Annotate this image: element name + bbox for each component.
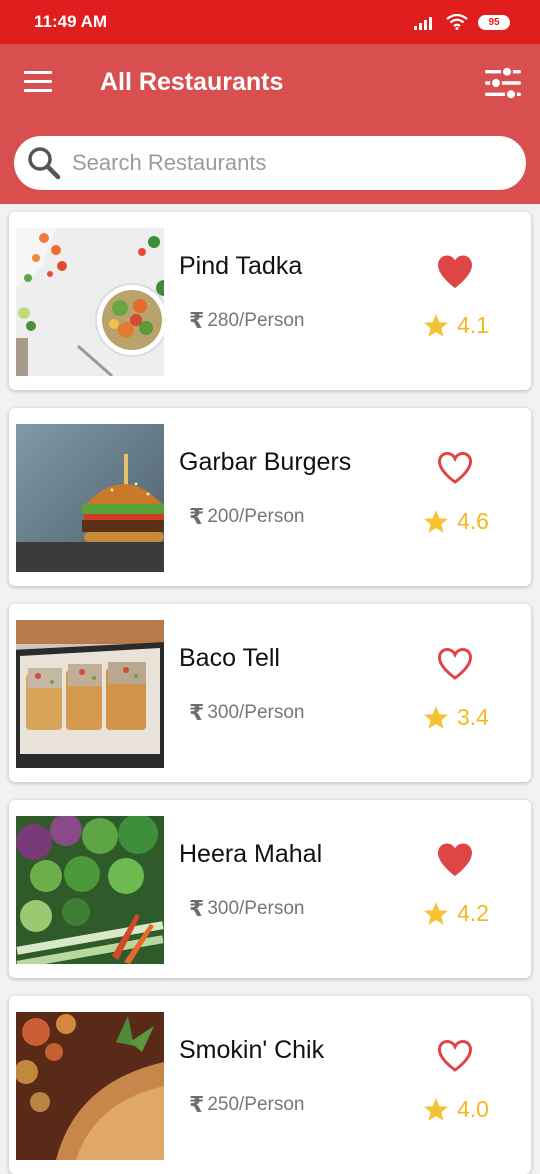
- rating: 4.2: [423, 900, 489, 927]
- restaurant-price: ₹ 280/Person: [189, 308, 305, 334]
- favorite-heart-outline-icon[interactable]: [436, 1038, 474, 1074]
- page-title: All Restaurants: [100, 68, 284, 96]
- restaurant-card[interactable]: Heera Mahal ₹ 300/Person 4.2: [9, 800, 531, 978]
- rupee-icon: ₹: [189, 700, 205, 725]
- star-icon: [424, 314, 448, 337]
- filter-icon[interactable]: [484, 64, 522, 102]
- rating-value: 4.1: [457, 312, 489, 338]
- rating: 4.0: [423, 1096, 489, 1123]
- search-bar[interactable]: [14, 136, 526, 190]
- menu-icon[interactable]: [24, 71, 52, 93]
- status-time: 11:49 AM: [34, 12, 108, 31]
- price-text: 300/Person: [207, 898, 305, 919]
- rating-value: 4.2: [457, 900, 489, 926]
- rupee-icon: ₹: [189, 504, 205, 529]
- restaurant-image: [16, 228, 164, 376]
- rupee-icon: ₹: [189, 308, 205, 333]
- restaurant-price: ₹ 250/Person: [189, 1092, 305, 1118]
- favorite-heart-outline-icon[interactable]: [436, 450, 474, 486]
- restaurant-name: Smokin' Chik: [179, 1036, 325, 1064]
- restaurant-image: [16, 424, 164, 572]
- star-icon: [424, 706, 448, 729]
- restaurant-price: ₹ 200/Person: [189, 504, 305, 530]
- restaurant-card[interactable]: Garbar Burgers ₹ 200/Person 4.6: [9, 408, 531, 586]
- rupee-icon: ₹: [189, 1092, 205, 1117]
- search-area: [0, 122, 540, 204]
- rating: 4.6: [423, 508, 489, 535]
- rating-value: 3.4: [457, 704, 489, 730]
- star-icon: [424, 902, 448, 925]
- restaurant-card[interactable]: Smokin' Chik ₹ 250/Person 4.0: [9, 996, 531, 1174]
- battery-level: 95: [488, 16, 500, 28]
- price-text: 200/Person: [207, 506, 305, 527]
- wifi-icon: [446, 14, 468, 30]
- restaurant-name: Baco Tell: [179, 644, 280, 672]
- price-text: 280/Person: [207, 310, 305, 331]
- rating-value: 4.0: [457, 1096, 489, 1122]
- rating: 4.1: [423, 312, 489, 339]
- status-icons: 95: [414, 14, 510, 30]
- star-icon: [424, 510, 448, 533]
- rating-value: 4.6: [457, 508, 489, 534]
- rupee-icon: ₹: [189, 896, 205, 921]
- signal-icon: [414, 17, 432, 30]
- restaurant-card[interactable]: Pind Tadka ₹ 280/Person 4.1: [9, 212, 531, 390]
- restaurant-image: [16, 816, 164, 964]
- battery-icon: 95: [478, 14, 510, 30]
- restaurant-image: [16, 620, 164, 768]
- price-text: 250/Person: [207, 1094, 305, 1115]
- search-input[interactable]: [72, 150, 492, 176]
- price-text: 300/Person: [207, 702, 305, 723]
- star-icon: [424, 1098, 448, 1121]
- restaurant-name: Pind Tadka: [179, 252, 303, 280]
- restaurant-name: Heera Mahal: [179, 840, 323, 868]
- favorite-heart-filled-icon[interactable]: [436, 842, 474, 878]
- status-bar: 11:49 AM 95: [0, 0, 540, 44]
- app-bar: All Restaurants: [0, 44, 540, 122]
- search-icon: [28, 147, 61, 180]
- favorite-heart-filled-icon[interactable]: [436, 254, 474, 290]
- restaurant-card[interactable]: Baco Tell ₹ 300/Person 3.4: [9, 604, 531, 782]
- restaurant-image: [16, 1012, 164, 1160]
- restaurant-name: Garbar Burgers: [179, 448, 352, 476]
- rating: 3.4: [423, 704, 489, 731]
- restaurant-price: ₹ 300/Person: [189, 700, 305, 726]
- favorite-heart-outline-icon[interactable]: [436, 646, 474, 682]
- restaurant-price: ₹ 300/Person: [189, 896, 305, 922]
